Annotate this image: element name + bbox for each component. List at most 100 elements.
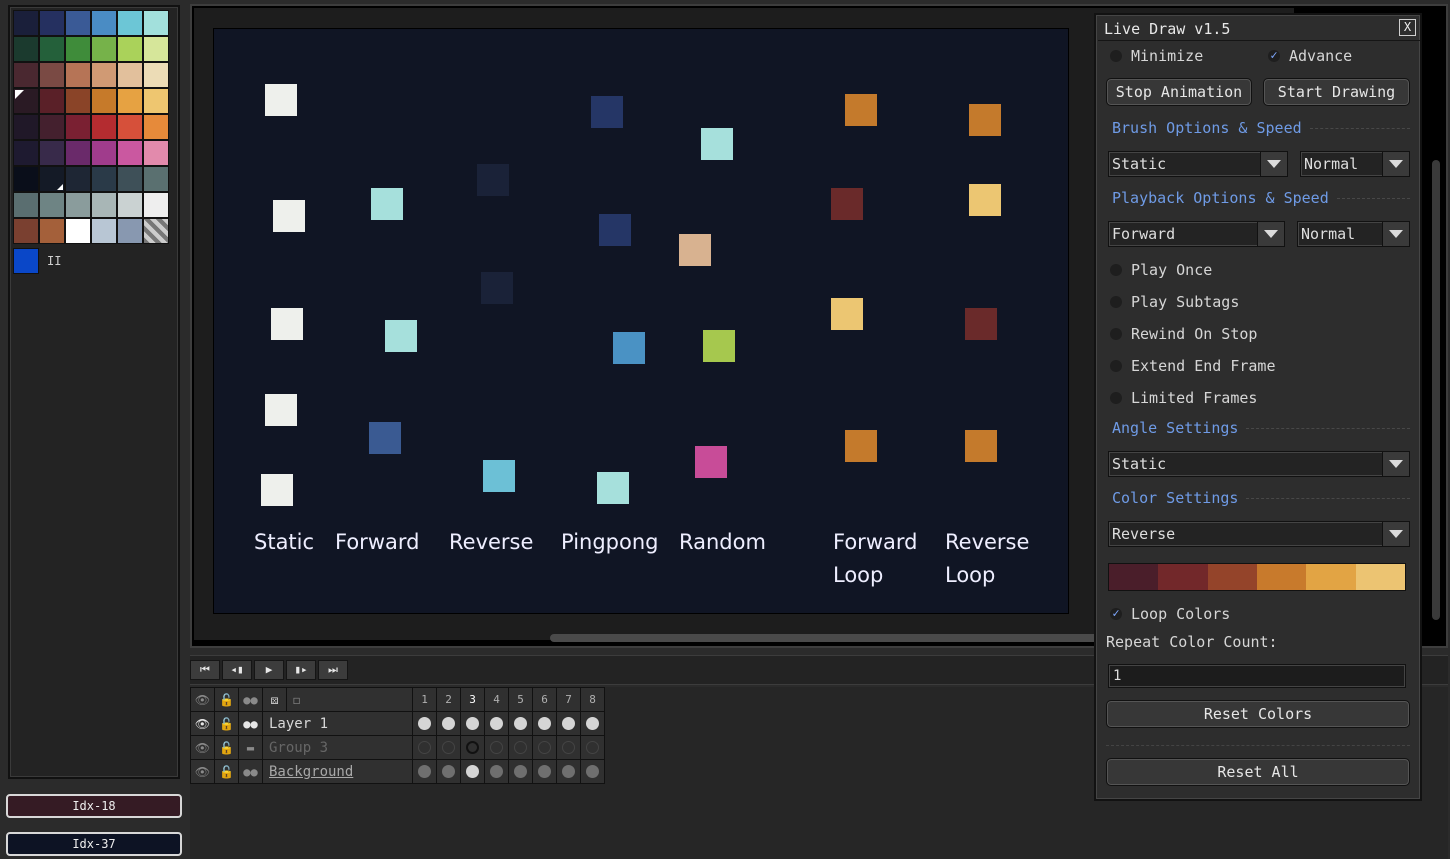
palette-swatch[interactable]: [39, 218, 65, 244]
palette-swatch[interactable]: [39, 192, 65, 218]
palette-swatch[interactable]: [91, 166, 117, 192]
color-strip-swatch[interactable]: [1109, 564, 1159, 590]
cel[interactable]: [436, 711, 461, 736]
cel[interactable]: [460, 735, 485, 760]
horizontal-scrollbar[interactable]: [550, 634, 1110, 642]
cel[interactable]: [532, 735, 557, 760]
palette-swatch[interactable]: [39, 114, 65, 140]
continuous-icon[interactable]: ●●: [238, 687, 263, 712]
limited-frames-checkbox[interactable]: Limited Frames: [1110, 389, 1257, 407]
start-drawing-button[interactable]: Start Drawing: [1263, 78, 1410, 106]
color-strip-swatch[interactable]: [1355, 564, 1405, 590]
cel[interactable]: [532, 711, 557, 736]
palette-swatch[interactable]: [91, 88, 117, 114]
eye-icon[interactable]: 👁: [190, 711, 215, 736]
cel[interactable]: [436, 759, 461, 784]
lock-icon[interactable]: 🔓: [214, 759, 239, 784]
palette-swatch[interactable]: [39, 140, 65, 166]
palette-swatch[interactable]: [13, 140, 39, 166]
foreground-color-index[interactable]: Idx-18: [6, 794, 182, 818]
palette-swatch[interactable]: [39, 88, 65, 114]
cel[interactable]: [580, 759, 605, 784]
color-strip[interactable]: [1108, 563, 1406, 591]
playback-mode-dropdown[interactable]: Forward: [1108, 221, 1285, 247]
cel[interactable]: [436, 735, 461, 760]
continuous-icon[interactable]: ●●: [238, 711, 263, 736]
color-mode-dropdown[interactable]: Reverse: [1108, 521, 1410, 547]
layer-row[interactable]: 👁 🔓 ●● Layer 1: [190, 711, 605, 736]
palette-swatch[interactable]: [65, 140, 91, 166]
palette-swatch[interactable]: [117, 166, 143, 192]
cel[interactable]: [412, 735, 437, 760]
palette-swatch[interactable]: [13, 218, 39, 244]
stop-animation-button[interactable]: Stop Animation: [1106, 78, 1252, 106]
layer-row[interactable]: 👁 🔓 ●● Background: [190, 759, 605, 784]
first-frame-button[interactable]: ⏮: [190, 660, 220, 680]
rewind-on-stop-checkbox[interactable]: Rewind On Stop: [1110, 325, 1257, 343]
cel[interactable]: [460, 711, 485, 736]
play-subtags-checkbox[interactable]: Play Subtags: [1110, 293, 1239, 311]
angle-mode-dropdown[interactable]: Static: [1108, 451, 1410, 477]
palette-swatch[interactable]: [143, 62, 169, 88]
cel[interactable]: [412, 759, 437, 784]
cel[interactable]: [580, 711, 605, 736]
playback-speed-dropdown[interactable]: Normal: [1297, 221, 1410, 247]
color-strip-swatch[interactable]: [1158, 564, 1208, 590]
palette-swatch[interactable]: [13, 166, 39, 192]
layer-name[interactable]: Background: [262, 759, 413, 784]
cel[interactable]: [484, 735, 509, 760]
minimize-checkbox[interactable]: Minimize: [1110, 47, 1203, 65]
reset-all-button[interactable]: Reset All: [1106, 758, 1410, 786]
cel[interactable]: [556, 735, 581, 760]
palette-swatch[interactable]: [117, 192, 143, 218]
palette-swatch[interactable]: [91, 114, 117, 140]
palette-swatch[interactable]: [65, 218, 91, 244]
palette-swatch[interactable]: [65, 62, 91, 88]
palette-swatch[interactable]: [13, 114, 39, 140]
eye-icon[interactable]: 👁: [190, 735, 215, 760]
eye-icon[interactable]: 👁: [190, 687, 215, 712]
cel[interactable]: [508, 759, 533, 784]
lock-icon[interactable]: 🔓: [214, 711, 239, 736]
cel[interactable]: [580, 735, 605, 760]
previous-frame-button[interactable]: ◂▮: [222, 660, 252, 680]
palette-swatch[interactable]: [117, 218, 143, 244]
color-strip-swatch[interactable]: [1256, 564, 1307, 590]
cel[interactable]: [532, 759, 557, 784]
extend-end-frame-checkbox[interactable]: Extend End Frame: [1110, 357, 1276, 375]
palette-swatch[interactable]: [91, 62, 117, 88]
frame-header[interactable]: 1: [412, 687, 437, 712]
folder-icon[interactable]: ▬: [238, 735, 263, 760]
palette-swatch-extra[interactable]: [13, 248, 39, 274]
frame-header[interactable]: 7: [556, 687, 581, 712]
next-frame-button[interactable]: ▮▸: [286, 660, 316, 680]
frame-header[interactable]: 2: [436, 687, 461, 712]
palette-swatch[interactable]: [91, 140, 117, 166]
frame-header[interactable]: 4: [484, 687, 509, 712]
palette-swatch[interactable]: [13, 192, 39, 218]
palette-swatch[interactable]: [65, 36, 91, 62]
cel[interactable]: [484, 759, 509, 784]
brush-speed-dropdown[interactable]: Normal: [1300, 151, 1410, 177]
repeat-color-count-input[interactable]: 1: [1108, 664, 1406, 688]
reset-colors-button[interactable]: Reset Colors: [1106, 700, 1410, 728]
layer-row[interactable]: 👁 🔓 ▬ Group 3: [190, 735, 605, 760]
link-cels-icon[interactable]: ⚄: [262, 687, 287, 712]
palette-swatch[interactable]: [143, 192, 169, 218]
lock-icon[interactable]: 🔓: [214, 735, 239, 760]
palette-swatch[interactable]: [65, 88, 91, 114]
palette-swatch[interactable]: [13, 10, 39, 36]
color-strip-swatch[interactable]: [1207, 564, 1257, 590]
cel[interactable]: [556, 711, 581, 736]
palette-swatch[interactable]: [143, 36, 169, 62]
palette-swatch[interactable]: [117, 114, 143, 140]
palette-swatch[interactable]: [91, 10, 117, 36]
play-button[interactable]: ▶: [254, 660, 284, 680]
palette-swatch[interactable]: [91, 192, 117, 218]
lock-icon[interactable]: 🔓: [214, 687, 239, 712]
close-icon[interactable]: X: [1399, 19, 1416, 36]
last-frame-button[interactable]: ⏭: [318, 660, 348, 680]
cel[interactable]: [556, 759, 581, 784]
palette-swatch[interactable]: [143, 140, 169, 166]
palette-swatch[interactable]: [117, 88, 143, 114]
